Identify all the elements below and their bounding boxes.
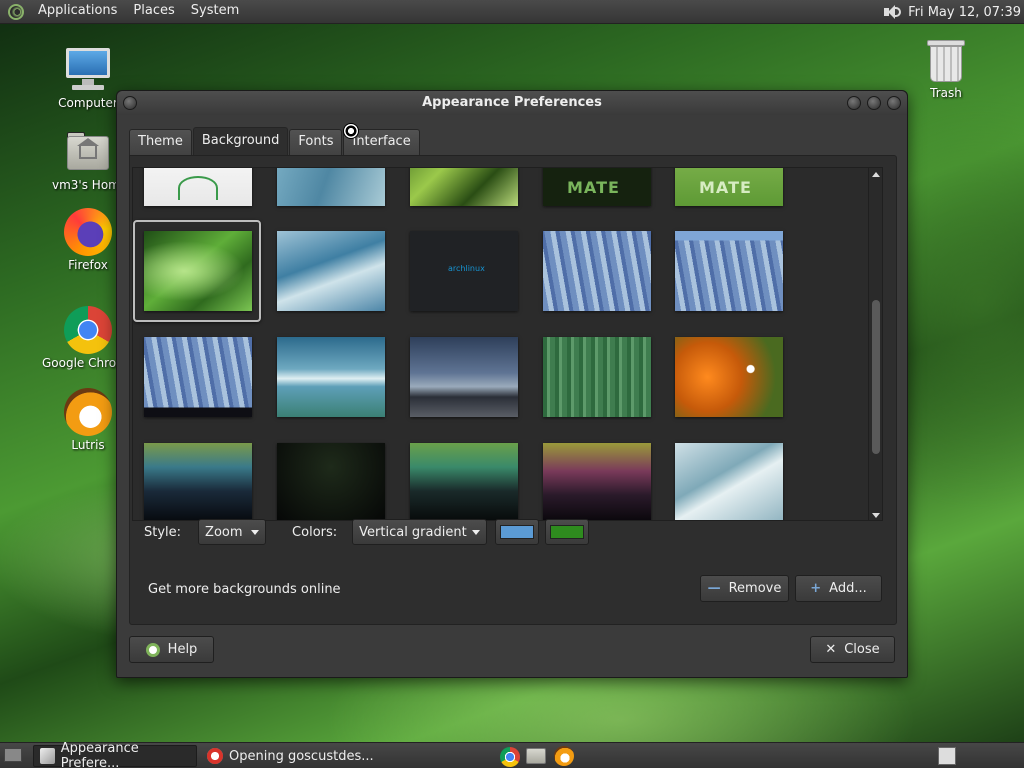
remove-button-label: Remove <box>728 581 782 596</box>
menu-places[interactable]: Places <box>125 0 182 24</box>
tab-fonts[interactable]: Fonts <box>289 129 343 155</box>
wallpaper-thumb[interactable] <box>543 337 651 417</box>
window-body: Theme Background Fonts Interface MATE MA… <box>129 127 897 625</box>
wallpaper-thumb[interactable] <box>144 168 252 206</box>
tab-background[interactable]: Background <box>192 127 289 155</box>
window-title: Appearance Preferences <box>422 95 602 110</box>
window-menu-button[interactable] <box>123 96 137 110</box>
wallpaper-thumb[interactable] <box>675 443 783 520</box>
remove-button[interactable]: — Remove <box>700 575 789 602</box>
appearance-preferences-window: Appearance Preferences Theme Background … <box>116 90 908 678</box>
volume-icon[interactable] <box>882 4 902 20</box>
desktop-icon-label: Google Chrome <box>42 356 116 370</box>
archlinux-logo-text: archlinux <box>448 264 485 273</box>
wallpaper-thumb[interactable] <box>675 231 783 311</box>
style-dropdown[interactable]: Zoom <box>198 519 267 545</box>
home-folder-launcher-icon[interactable] <box>526 748 546 764</box>
appearance-app-icon <box>40 748 55 764</box>
home-folder-icon <box>64 128 112 176</box>
menu-applications[interactable]: Applications <box>30 0 125 24</box>
primary-color-button[interactable] <box>495 519 540 545</box>
add-button-label: Add... <box>829 581 867 596</box>
close-button-label: Close <box>844 642 880 657</box>
wallpaper-thumb-selected[interactable] <box>144 231 252 311</box>
mate-wordmark: MATE <box>567 178 620 197</box>
lutris-icon <box>64 388 112 436</box>
wallpaper-thumb[interactable] <box>675 337 783 417</box>
wallpaper-thumb[interactable] <box>410 168 518 206</box>
wallpaper-thumb[interactable] <box>277 231 385 311</box>
taskbar-item-appearance[interactable]: Appearance Prefere... <box>33 741 197 768</box>
wallpaper-thumb[interactable] <box>144 443 252 520</box>
plus-icon: + <box>810 581 822 596</box>
desktop-icon-label: vm3's Home <box>52 178 124 192</box>
wallpaper-thumb[interactable]: MATE <box>543 168 651 206</box>
scroll-up-arrow-icon[interactable] <box>872 172 880 177</box>
mate-logo-icon[interactable] <box>8 3 24 20</box>
wallpaper-thumb[interactable] <box>277 443 385 520</box>
minus-icon: — <box>707 581 721 596</box>
style-dropdown-value: Zoom <box>205 524 243 540</box>
window-titlebar[interactable]: Appearance Preferences <box>117 91 907 115</box>
taskbar-item-label: Opening goscustdes... <box>229 748 374 764</box>
colors-label: Colors: <box>292 524 338 540</box>
close-icon: ✕ <box>825 642 837 657</box>
primary-color-swatch <box>500 525 535 539</box>
get-more-backgrounds-link[interactable]: Get more backgrounds online <box>148 582 341 597</box>
help-button[interactable]: Help <box>129 636 214 663</box>
close-window-button[interactable] <box>887 96 901 110</box>
bottom-panel: Appearance Prefere... Opening goscustdes… <box>0 741 1024 768</box>
help-lifebuoy-icon <box>145 642 160 657</box>
wallpaper-thumb[interactable] <box>543 443 651 520</box>
workspace-switcher[interactable] <box>938 747 956 765</box>
taskbar-item-label: Appearance Prefere... <box>60 741 139 768</box>
lifebuoy-icon <box>207 748 223 764</box>
taskbar-item-opening[interactable]: Opening goscustdes... <box>201 745 381 767</box>
top-panel: Applications Places System Fri May 12, 0… <box>0 0 1024 24</box>
menu-system[interactable]: System <box>183 0 247 24</box>
wallpaper-gallery[interactable]: MATE MATE archlinux <box>132 167 883 521</box>
firefox-icon <box>64 208 112 256</box>
tab-theme[interactable]: Theme <box>129 129 192 155</box>
chrome-icon <box>64 306 112 354</box>
secondary-color-button[interactable] <box>545 519 590 545</box>
chevron-down-icon <box>251 529 260 535</box>
wallpaper-thumb[interactable] <box>144 337 252 417</box>
wallpaper-thumb[interactable] <box>277 168 385 206</box>
show-desktop-icon[interactable] <box>4 748 22 762</box>
style-label: Style: <box>144 524 182 540</box>
wallpaper-thumb[interactable]: archlinux <box>410 231 518 311</box>
tab-bar: Theme Background Fonts Interface <box>129 127 897 155</box>
wallpaper-thumb[interactable] <box>543 231 651 311</box>
computer-icon <box>64 46 112 94</box>
desktop-icon-label: Trash <box>930 86 962 100</box>
minimize-button[interactable] <box>847 96 861 110</box>
wallpaper-thumb[interactable]: MATE <box>675 168 783 206</box>
colors-dropdown-value: Vertical gradient <box>359 524 467 540</box>
chrome-launcher-icon[interactable] <box>500 747 520 767</box>
wallpaper-thumb[interactable] <box>410 443 518 520</box>
menu-bar: Applications Places System <box>0 0 247 24</box>
secondary-color-swatch <box>550 525 585 539</box>
trash-icon <box>922 36 970 84</box>
close-button[interactable]: ✕ Close <box>810 636 895 663</box>
scrollbar-thumb[interactable] <box>872 300 880 454</box>
wallpaper-thumb[interactable] <box>410 337 518 417</box>
desktop-icon-trash[interactable]: Trash <box>900 36 992 100</box>
mate-wordmark: MATE <box>699 178 752 197</box>
background-options-row: Style: Zoom Colors: Vertical gradient <box>144 518 590 546</box>
system-tray: Fri May 12, 07:39 <box>882 0 1024 24</box>
wallpaper-thumb[interactable] <box>277 337 385 417</box>
colors-dropdown[interactable]: Vertical gradient <box>352 519 488 545</box>
clock[interactable]: Fri May 12, 07:39 <box>908 5 1024 20</box>
lutris-launcher-icon[interactable] <box>554 746 574 766</box>
background-tab-panel: MATE MATE archlinux Style: Zoom Colors: … <box>129 155 897 625</box>
maximize-button[interactable] <box>867 96 881 110</box>
scroll-down-arrow-icon[interactable] <box>872 513 880 518</box>
add-button[interactable]: + Add... <box>795 575 882 602</box>
chevron-down-icon <box>472 529 481 535</box>
help-button-label: Help <box>167 642 198 657</box>
gallery-scrollbar[interactable] <box>868 168 882 520</box>
mouse-cursor-icon <box>343 123 359 139</box>
